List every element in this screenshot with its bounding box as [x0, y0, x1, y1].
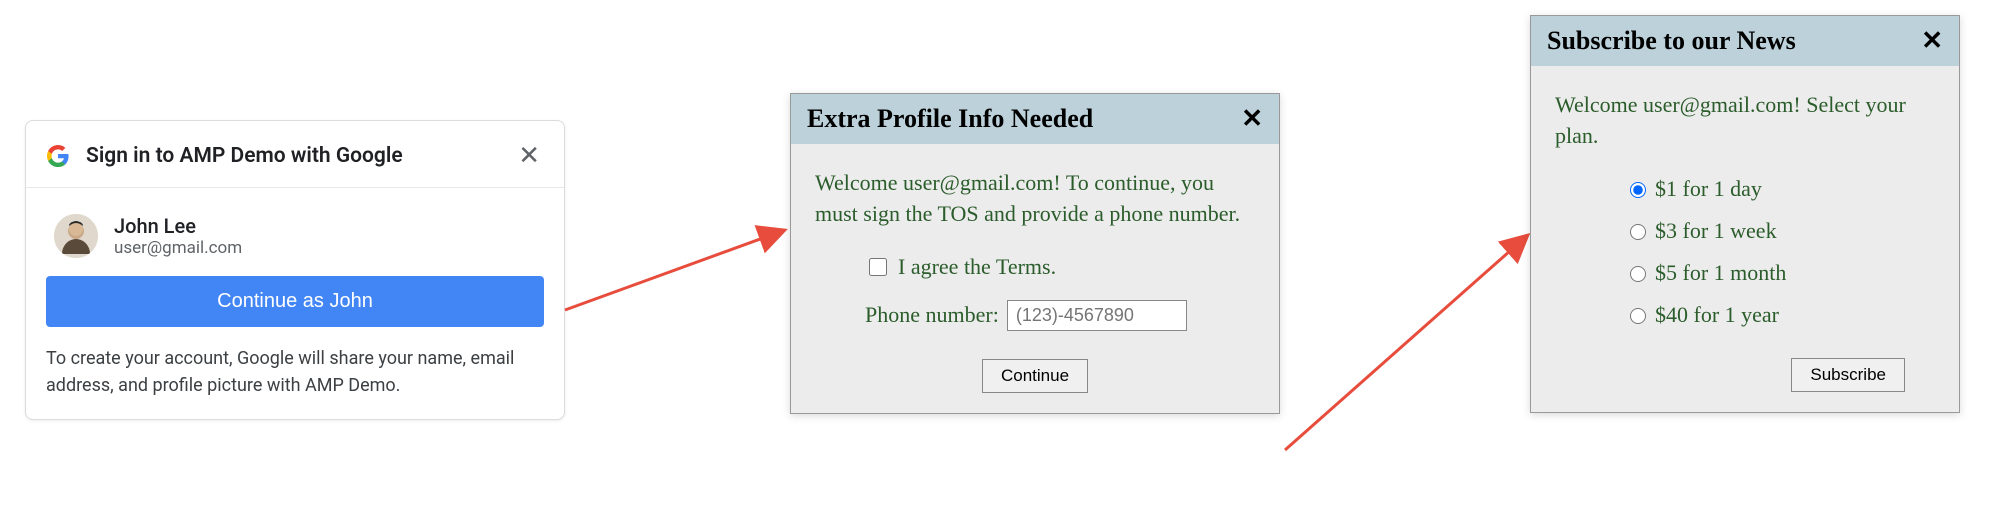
avatar: [54, 214, 98, 258]
google-signin-title: Sign in to AMP Demo with Google: [86, 144, 514, 168]
profile-info-dialog: Extra Profile Info Needed ✕ Welcome user…: [790, 93, 1280, 414]
profile-dialog-header: Extra Profile Info Needed ✕: [791, 94, 1279, 144]
plan-option: $5 for 1 month: [1625, 260, 1935, 286]
user-email: user@gmail.com: [114, 238, 242, 258]
continue-as-button[interactable]: Continue as John: [46, 276, 544, 327]
plan-radio[interactable]: [1630, 182, 1646, 198]
agree-terms-checkbox[interactable]: [869, 258, 887, 276]
arrow-icon: [560, 220, 800, 320]
google-logo-icon: [46, 144, 70, 168]
phone-label: Phone number:: [865, 302, 999, 328]
profile-welcome-text: Welcome user@gmail.com! To continue, you…: [815, 168, 1255, 230]
profile-dialog-body: Welcome user@gmail.com! To continue, you…: [791, 144, 1279, 413]
plan-list: $1 for 1 day $3 for 1 week $5 for 1 mont…: [1625, 176, 1935, 328]
subscribe-dialog-title: Subscribe to our News: [1547, 26, 1796, 56]
close-icon[interactable]: ✕: [514, 139, 544, 173]
plan-radio[interactable]: [1630, 266, 1646, 282]
plan-option: $40 for 1 year: [1625, 302, 1935, 328]
subscribe-button-row: Subscribe: [1555, 358, 1935, 392]
phone-input[interactable]: [1007, 300, 1187, 331]
google-signin-header: Sign in to AMP Demo with Google ✕: [26, 121, 564, 188]
google-disclaimer: To create your account, Google will shar…: [46, 345, 544, 399]
subscribe-welcome-text: Welcome user@gmail.com! Select your plan…: [1555, 90, 1935, 152]
arrow-icon: [1280, 225, 1540, 465]
subscribe-dialog-body: Welcome user@gmail.com! Select your plan…: [1531, 66, 1959, 412]
google-signin-card: Sign in to AMP Demo with Google ✕ John L…: [25, 120, 565, 420]
user-name: John Lee: [114, 214, 242, 238]
plan-label: $1 for 1 day: [1655, 176, 1762, 202]
subscribe-dialog-header: Subscribe to our News ✕: [1531, 16, 1959, 66]
google-signin-body: John Lee user@gmail.com Continue as John…: [26, 188, 564, 419]
user-account-row[interactable]: John Lee user@gmail.com: [46, 204, 544, 276]
continue-button[interactable]: Continue: [982, 359, 1088, 393]
subscribe-dialog: Subscribe to our News ✕ Welcome user@gma…: [1530, 15, 1960, 413]
close-icon[interactable]: ✕: [1241, 106, 1263, 132]
plan-option: $3 for 1 week: [1625, 218, 1935, 244]
plan-radio[interactable]: [1630, 308, 1646, 324]
profile-button-row: Continue: [815, 359, 1255, 393]
user-info: John Lee user@gmail.com: [114, 214, 242, 258]
plan-label: $3 for 1 week: [1655, 218, 1777, 244]
phone-row: Phone number:: [865, 300, 1255, 331]
plan-radio[interactable]: [1630, 224, 1646, 240]
plan-option: $1 for 1 day: [1625, 176, 1935, 202]
close-icon[interactable]: ✕: [1921, 28, 1943, 54]
agree-terms-row: I agree the Terms.: [865, 254, 1255, 280]
agree-terms-label: I agree the Terms.: [898, 254, 1056, 280]
subscribe-button[interactable]: Subscribe: [1791, 358, 1905, 392]
plan-label: $5 for 1 month: [1655, 260, 1786, 286]
plan-label: $40 for 1 year: [1655, 302, 1779, 328]
profile-dialog-title: Extra Profile Info Needed: [807, 104, 1093, 134]
